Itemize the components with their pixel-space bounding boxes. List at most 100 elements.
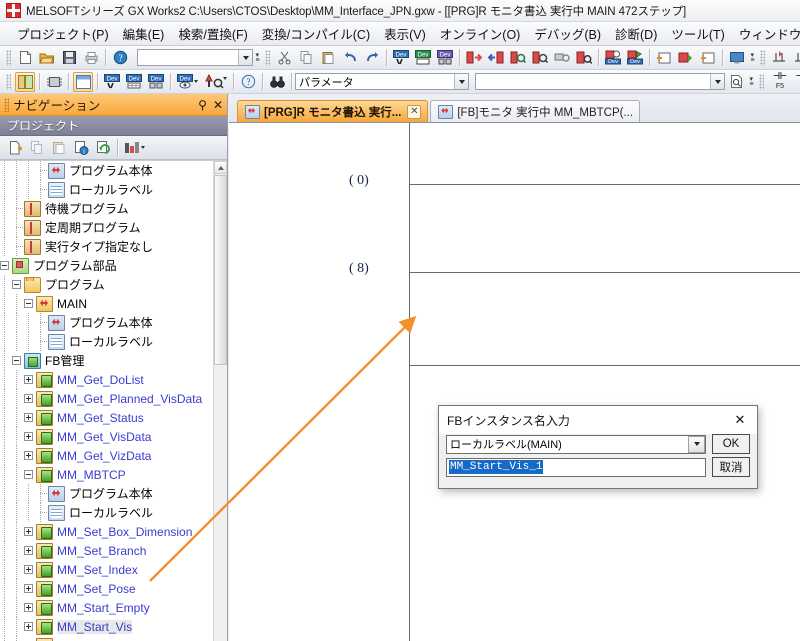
tree-item[interactable]: MM_Get_DoList <box>0 370 214 389</box>
toolbar-grip-4[interactable] <box>6 73 11 90</box>
tree-item[interactable]: ローカルラベル <box>0 503 214 522</box>
scroll-thumb[interactable] <box>214 175 227 365</box>
expand-icon[interactable] <box>24 375 33 384</box>
insert-line-icon[interactable] <box>769 48 789 68</box>
preview-icon[interactable] <box>726 72 746 92</box>
menu-edit[interactable]: 編集(E) <box>116 21 172 46</box>
expand-icon[interactable] <box>24 565 33 574</box>
scroll-up-arrow[interactable] <box>214 161 227 174</box>
pin-icon[interactable]: ⚲ <box>198 99 207 111</box>
new-project-icon[interactable] <box>15 48 35 68</box>
ladder-editor[interactable]: ( 0) ( 8) <box>229 122 800 641</box>
expand-icon[interactable] <box>24 394 33 403</box>
secondary-combo[interactable] <box>475 73 725 90</box>
tree-item[interactable]: MM_Get_Status <box>0 408 214 427</box>
dev-grid-icon[interactable]: Dev <box>124 72 144 92</box>
toolbar-overflow-2[interactable]: ▾ ≡ <box>748 49 757 67</box>
copy-data-icon[interactable] <box>27 138 47 158</box>
tree-item[interactable]: 待機プログラム <box>0 199 214 218</box>
fkey-sf5[interactable]: ⊣/⊢sF5 <box>793 72 800 91</box>
plc-write-icon[interactable] <box>486 48 506 68</box>
navigation-toggle-icon[interactable] <box>15 71 35 92</box>
close-icon[interactable]: ✕ <box>213 99 223 111</box>
tree-item[interactable]: MM_Set_Pose <box>0 579 214 598</box>
display-icon[interactable] <box>727 48 747 68</box>
menu-debug[interactable]: デバッグ(B) <box>527 21 608 46</box>
docking-window-icon[interactable] <box>73 71 93 92</box>
view-options-icon[interactable] <box>122 138 148 158</box>
expand-icon[interactable] <box>24 413 33 422</box>
device-find-icon[interactable]: Dev <box>391 48 411 68</box>
chevron-down-icon-4[interactable] <box>688 435 705 453</box>
tab-fb-monitor[interactable]: [FB]モニタ 実行中 MM_MBTCP(... <box>430 100 641 122</box>
help-2-icon[interactable]: ? <box>238 72 258 92</box>
tree-item[interactable]: プログラム部品 <box>0 256 214 275</box>
expand-icon[interactable] <box>24 603 33 612</box>
plc-compare-icon[interactable] <box>530 48 550 68</box>
fkey-f5[interactable]: ⊣⊢ F5 <box>767 72 793 91</box>
insert-row-icon[interactable] <box>791 48 800 68</box>
device-test-2-icon[interactable]: Dev <box>625 48 645 68</box>
copy-icon[interactable] <box>296 48 316 68</box>
print-icon[interactable] <box>81 48 101 68</box>
tree-vertical-scrollbar[interactable] <box>213 161 227 641</box>
compile-sel-icon[interactable] <box>698 48 718 68</box>
plc-read-icon[interactable] <box>464 48 484 68</box>
tree-item[interactable]: MM_Start_Vis <box>0 617 214 636</box>
chevron-down-icon-3[interactable] <box>710 74 724 89</box>
help-icon[interactable]: ? <box>110 48 130 68</box>
tree-item[interactable]: 定周期プログラム <box>0 218 214 237</box>
expand-icon[interactable] <box>24 451 33 460</box>
plc-verify-icon[interactable] <box>508 48 528 68</box>
tree-item[interactable]: ローカルラベル <box>0 180 214 199</box>
tree-item[interactable]: ローカルラベル <box>0 332 214 351</box>
tree-item[interactable]: MM_Start_Empty <box>0 598 214 617</box>
expand-icon[interactable] <box>24 432 33 441</box>
compile-icon[interactable] <box>654 48 674 68</box>
tree-item[interactable]: プログラム本体 <box>0 484 214 503</box>
collapse-icon[interactable] <box>24 299 33 308</box>
expand-icon[interactable] <box>24 584 33 593</box>
project-tree[interactable]: プログラム本体 ローカルラベル 待機プログラム 定周期プログラム 実行タイプ指定なし プロ… <box>0 160 227 641</box>
ok-button[interactable]: OK <box>712 434 750 454</box>
menu-tools[interactable]: ツール(T) <box>664 21 731 46</box>
plc-monitor-icon[interactable] <box>574 48 594 68</box>
device-test-icon[interactable]: Dev <box>603 48 623 68</box>
tree-item[interactable]: MM_Set_Branch <box>0 541 214 560</box>
expand-icon[interactable] <box>24 546 33 555</box>
toolbar-overflow-3[interactable]: ▾ ≡ <box>747 73 756 91</box>
toolbar-grip-3[interactable] <box>760 49 765 66</box>
tree-item[interactable]: MM_Get_VizData <box>0 446 214 465</box>
tab-prg-monitor[interactable]: [PRG]R モニタ書込 実行... ✕ <box>237 100 429 122</box>
binoculars-icon[interactable] <box>267 72 287 92</box>
menu-window[interactable]: ウィンドウ(W) <box>732 21 800 46</box>
toolbar-grip-2[interactable] <box>265 49 270 66</box>
device-batch-icon[interactable]: Dev <box>435 48 455 68</box>
dev-find-icon[interactable]: Dev <box>102 72 122 92</box>
menu-find-replace[interactable]: 検索/置換(F) <box>171 21 254 46</box>
toolbar-overflow-1[interactable]: ▾ ≡ <box>253 49 262 67</box>
tree-item[interactable]: プログラム本体 <box>0 313 214 332</box>
tab-close-icon[interactable]: ✕ <box>407 104 422 119</box>
tree-item[interactable]: MM_Start_Viz <box>0 636 214 641</box>
dev-watch-icon[interactable]: Dev <box>175 72 201 92</box>
open-project-icon[interactable] <box>37 48 57 68</box>
menu-convert-compile[interactable]: 変換/コンパイル(C) <box>255 21 377 46</box>
toolbar-grip[interactable] <box>6 49 11 66</box>
tree-item[interactable]: 実行タイプ指定なし <box>0 237 214 256</box>
dialog-close-icon[interactable]: ✕ <box>723 407 757 434</box>
paste-icon[interactable] <box>318 48 338 68</box>
toolbar-grip-5[interactable] <box>759 73 764 90</box>
navigation-grip[interactable] <box>4 97 9 112</box>
collapse-icon[interactable] <box>0 261 9 270</box>
tree-item[interactable]: MM_MBTCP <box>0 465 214 484</box>
collapse-icon[interactable] <box>12 356 21 365</box>
new-data-icon[interactable] <box>5 138 25 158</box>
tree-item[interactable]: MM_Get_VisData <box>0 427 214 446</box>
tree-item[interactable]: プログラム <box>0 275 214 294</box>
expand-icon[interactable] <box>24 622 33 631</box>
label-scope-select[interactable]: ローカルラベル(MAIN) <box>446 434 706 454</box>
chevron-down-icon-2[interactable] <box>454 74 468 89</box>
device-list-icon[interactable]: Dev <box>413 48 433 68</box>
paste-data-icon[interactable] <box>49 138 69 158</box>
